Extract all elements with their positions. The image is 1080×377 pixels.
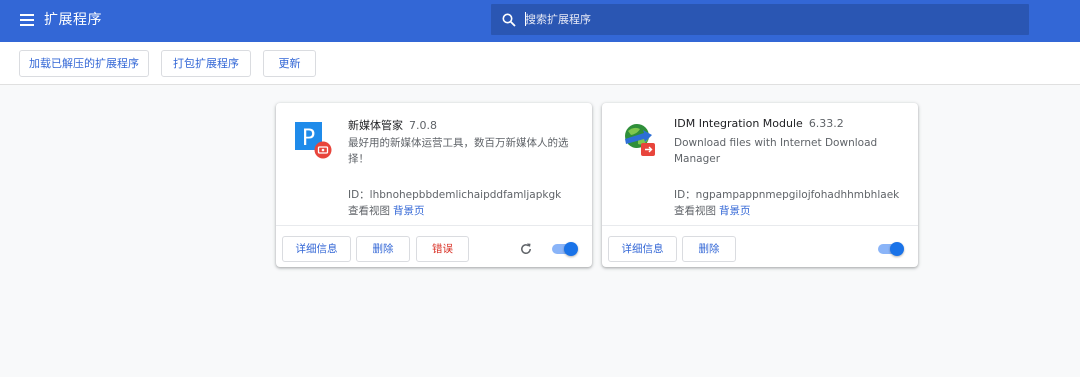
new-media-manager-icon: P bbox=[295, 122, 332, 159]
remove-button[interactable]: 删除 bbox=[356, 236, 410, 262]
errors-button[interactable]: 错误 bbox=[416, 236, 469, 262]
extension-card: P 新媒体管家 7.0.8 最好用的新媒体运营工具，数百万新媒体人的选择！ ID：… bbox=[276, 103, 592, 267]
pack-extension-button[interactable]: 打包扩展程序 bbox=[161, 50, 251, 77]
extension-version: 7.0.8 bbox=[409, 119, 437, 132]
details-button[interactable]: 详细信息 bbox=[608, 236, 677, 262]
extension-id: ID：lhbnohepbbdemlichaipddfamljapkgk bbox=[348, 189, 562, 201]
load-unpacked-button[interactable]: 加载已解压的扩展程序 bbox=[19, 50, 149, 77]
inspect-views: 查看视图 背景页 bbox=[348, 203, 425, 218]
inspect-views: 查看视图 背景页 bbox=[674, 203, 751, 218]
extension-card: IDM Integration Module 6.33.2 Download fi… bbox=[602, 103, 918, 267]
top-bar: 扩展程序 bbox=[0, 0, 1080, 42]
reload-icon[interactable] bbox=[519, 242, 533, 256]
background-page-link[interactable]: 背景页 bbox=[719, 205, 751, 217]
search-icon bbox=[502, 13, 516, 27]
search-box[interactable] bbox=[491, 4, 1029, 35]
toggle-knob bbox=[890, 242, 904, 256]
card-divider bbox=[602, 225, 918, 226]
toggle-knob bbox=[564, 242, 578, 256]
extension-version: 6.33.2 bbox=[808, 117, 844, 130]
extension-title: IDM Integration Module bbox=[674, 117, 803, 130]
update-button[interactable]: 更新 bbox=[263, 50, 316, 77]
enable-toggle[interactable] bbox=[552, 242, 578, 256]
svg-text:P: P bbox=[302, 126, 315, 151]
background-page-link[interactable]: 背景页 bbox=[393, 205, 425, 217]
search-input[interactable] bbox=[525, 10, 1005, 28]
developer-toolbar: 加载已解压的扩展程序 打包扩展程序 更新 bbox=[0, 42, 1080, 85]
extension-description: Download files with Internet Download Ma… bbox=[674, 137, 878, 165]
remove-button[interactable]: 删除 bbox=[682, 236, 736, 262]
extension-name: IDM Integration Module 6.33.2 bbox=[674, 117, 844, 130]
extension-description: 最好用的新媒体运营工具，数百万新媒体人的选择！ bbox=[348, 137, 569, 165]
details-button[interactable]: 详细信息 bbox=[282, 236, 351, 262]
extension-id: ID：ngpampappnmepgilojfohadhhmbhlaek bbox=[674, 189, 900, 201]
card-divider bbox=[276, 225, 592, 226]
page-title: 扩展程序 bbox=[44, 12, 102, 28]
inspect-views-label: 查看视图 bbox=[348, 205, 390, 217]
extension-name: 新媒体管家 7.0.8 bbox=[348, 117, 437, 133]
enable-toggle[interactable] bbox=[878, 242, 904, 256]
inspect-views-label: 查看视图 bbox=[674, 205, 716, 217]
extension-title: 新媒体管家 bbox=[348, 119, 403, 132]
idm-globe-icon bbox=[625, 124, 655, 156]
hamburger-menu-icon[interactable] bbox=[20, 14, 34, 26]
